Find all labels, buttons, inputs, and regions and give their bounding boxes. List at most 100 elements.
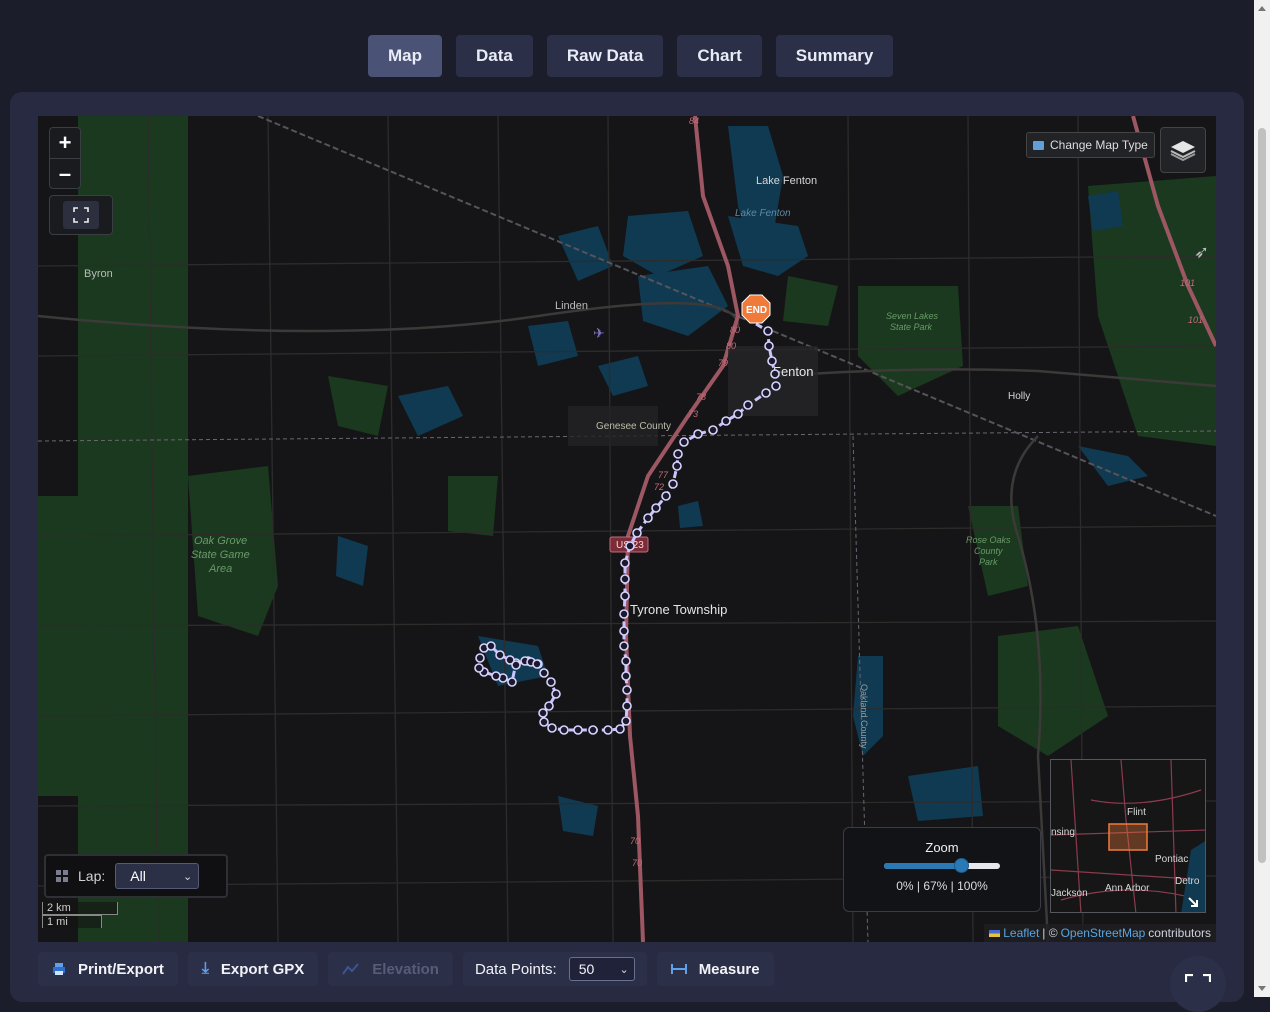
- route-point[interactable]: [507, 677, 517, 687]
- route-point[interactable]: [770, 369, 780, 379]
- north-arrow-icon: ➶: [1194, 242, 1209, 263]
- zoom-panel-title: Zoom: [925, 840, 959, 855]
- route-point[interactable]: [643, 513, 653, 523]
- zoom-in-button[interactable]: +: [50, 128, 80, 158]
- svg-text:Detro: Detro: [1175, 876, 1200, 887]
- route-point[interactable]: [621, 716, 631, 726]
- change-map-type-button[interactable]: Change Map Type: [1026, 132, 1155, 158]
- page-scrollbar[interactable]: [1254, 0, 1270, 997]
- end-marker[interactable]: END: [741, 294, 771, 324]
- route-point[interactable]: [733, 409, 743, 419]
- measure-button[interactable]: Measure: [656, 952, 774, 986]
- label-byron: Byron: [84, 268, 113, 280]
- route-point[interactable]: [495, 650, 505, 660]
- route-point[interactable]: [693, 429, 703, 439]
- print-export-button[interactable]: Print/Export: [38, 952, 178, 986]
- route-point[interactable]: [491, 671, 501, 681]
- route-point[interactable]: [619, 626, 629, 636]
- route-point[interactable]: [620, 591, 630, 601]
- route-point[interactable]: [651, 503, 661, 513]
- route-point[interactable]: [547, 723, 557, 733]
- svg-text:101: 101: [1188, 315, 1203, 325]
- route-point[interactable]: [532, 659, 542, 669]
- tab-summary[interactable]: Summary: [775, 35, 894, 77]
- route-point[interactable]: [672, 461, 682, 471]
- route-point[interactable]: [743, 400, 753, 410]
- osm-link[interactable]: OpenStreetMap: [1061, 926, 1146, 940]
- svg-text:70: 70: [630, 836, 640, 846]
- svg-text:70: 70: [632, 858, 642, 868]
- zoom-slider[interactable]: [884, 858, 1000, 873]
- chevron-down-icon: ⌄: [619, 963, 629, 976]
- route-point[interactable]: [771, 381, 781, 391]
- map-fullscreen-button[interactable]: [49, 195, 113, 235]
- svg-text:84: 84: [689, 116, 699, 126]
- svg-text:80: 80: [730, 325, 740, 335]
- data-points-select[interactable]: 50 ⌄: [568, 957, 635, 981]
- svg-text:101: 101: [1180, 278, 1195, 288]
- tab-data[interactable]: Data: [456, 35, 533, 77]
- route-point[interactable]: [603, 725, 613, 735]
- airport-icon: ✈: [593, 326, 605, 342]
- scroll-down-icon[interactable]: [1258, 986, 1266, 991]
- route-point[interactable]: [761, 388, 771, 398]
- route-point[interactable]: [474, 663, 484, 673]
- tab-map[interactable]: Map: [368, 35, 442, 77]
- route-point[interactable]: [767, 356, 777, 366]
- route-point[interactable]: [539, 717, 549, 727]
- leaflet-link[interactable]: Leaflet: [1003, 926, 1039, 940]
- export-gpx-button[interactable]: ⤓ Export GPX: [187, 952, 319, 986]
- zoom-out-button[interactable]: –: [50, 158, 80, 189]
- route-point[interactable]: [621, 671, 631, 681]
- route-point[interactable]: [679, 437, 689, 447]
- minimap[interactable]: Flint nsing Pontiac Jackson Ann Arbor De…: [1050, 759, 1206, 913]
- svg-text:nsing: nsing: [1051, 827, 1075, 838]
- zoom-slider-handle[interactable]: [954, 858, 970, 873]
- route-point[interactable]: [622, 701, 632, 711]
- route-point[interactable]: [620, 558, 630, 568]
- label-linden: Linden: [555, 300, 588, 312]
- route-point[interactable]: [661, 491, 671, 501]
- route-point[interactable]: [486, 641, 496, 651]
- route-point[interactable]: [546, 677, 556, 687]
- route-point[interactable]: [551, 689, 561, 699]
- route-point[interactable]: [673, 449, 683, 459]
- route-point[interactable]: [619, 609, 629, 619]
- route-point[interactable]: [622, 685, 632, 695]
- tab-chart[interactable]: Chart: [677, 35, 762, 77]
- route-point[interactable]: [708, 425, 718, 435]
- label-rose-oaks-1: Rose Oaks: [966, 535, 1011, 545]
- svg-text:78: 78: [696, 392, 706, 402]
- route-point[interactable]: [632, 528, 642, 538]
- label-lake-fenton: Lake Fenton: [756, 175, 817, 187]
- zoom-slider-marks: 0% | 67% | 100%: [896, 879, 988, 893]
- route-point[interactable]: [544, 701, 554, 711]
- route-point[interactable]: [511, 660, 521, 670]
- route-point[interactable]: [620, 574, 630, 584]
- route-point[interactable]: [475, 653, 485, 663]
- route-point[interactable]: [619, 641, 629, 651]
- route-point[interactable]: [621, 656, 631, 666]
- route-point[interactable]: [625, 541, 635, 551]
- route-point[interactable]: [539, 668, 549, 678]
- layers-button[interactable]: [1160, 127, 1206, 173]
- route-point[interactable]: [668, 479, 678, 489]
- label-oak-grove-3: Area: [208, 563, 232, 575]
- tab-raw-data[interactable]: Raw Data: [546, 35, 664, 77]
- svg-text:73: 73: [688, 409, 698, 419]
- route-point[interactable]: [538, 708, 548, 718]
- route-point[interactable]: [573, 725, 583, 735]
- scroll-up-icon[interactable]: [1258, 6, 1266, 11]
- elevation-button[interactable]: Elevation: [328, 952, 453, 986]
- route-point[interactable]: [764, 341, 774, 351]
- route-point[interactable]: [615, 724, 625, 734]
- route-point[interactable]: [588, 725, 598, 735]
- lap-select[interactable]: All ⌄: [115, 863, 200, 889]
- route-point[interactable]: [721, 416, 731, 426]
- map-view[interactable]: ✈ Lake Fenton Lake Fenton Byron Linden F…: [38, 116, 1216, 942]
- route-point[interactable]: [559, 725, 569, 735]
- route-point[interactable]: [763, 326, 773, 336]
- page-fullscreen-button[interactable]: [1170, 956, 1226, 1012]
- scrollbar-thumb[interactable]: [1258, 128, 1266, 863]
- label-oak-grove-1: Oak Grove: [194, 535, 247, 547]
